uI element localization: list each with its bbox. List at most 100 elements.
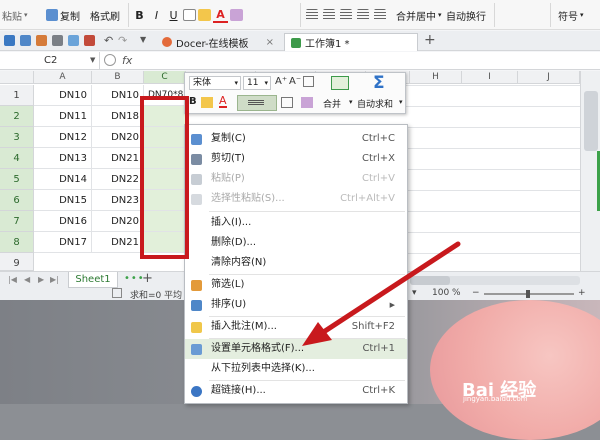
- cell-b2[interactable]: DN18: [92, 106, 144, 127]
- print-icon[interactable]: [52, 35, 63, 46]
- wrap-text-button[interactable]: 自动换行: [446, 7, 486, 23]
- menu-item-paste[interactable]: 粘贴(P) Ctrl+V: [185, 169, 407, 189]
- cell-b8[interactable]: DN21: [92, 232, 144, 253]
- row-header[interactable]: 7: [0, 211, 34, 232]
- underline-button[interactable]: U: [166, 8, 181, 23]
- tab-docer[interactable]: Docer-在线模板 ×: [156, 33, 280, 51]
- align-left-icon[interactable]: [340, 9, 352, 21]
- row-header[interactable]: 4: [0, 148, 34, 169]
- cell-a5[interactable]: DN14: [34, 169, 92, 190]
- row-header[interactable]: 1: [0, 85, 34, 106]
- font-size-select[interactable]: 11 ▾: [243, 76, 271, 90]
- copy-button[interactable]: 复制: [46, 7, 80, 23]
- sheet-view-icon[interactable]: [112, 288, 122, 298]
- row-header[interactable]: 9: [0, 253, 34, 271]
- formula-input[interactable]: [140, 52, 600, 69]
- cell-a4[interactable]: DN13: [34, 148, 92, 169]
- menu-item-cut[interactable]: 剪切(T) Ctrl+X: [185, 149, 407, 169]
- menu-item-filter[interactable]: 筛选(L): [185, 275, 407, 295]
- font-shrink-button[interactable]: A⁻: [289, 76, 301, 87]
- zoom-lens-icon[interactable]: [104, 54, 116, 66]
- chevron-down-icon[interactable]: ▾: [349, 98, 353, 106]
- last-sheet-icon[interactable]: ▶|: [50, 275, 59, 284]
- font-name-select[interactable]: 宋体 ▾: [189, 76, 241, 90]
- column-header-j[interactable]: J: [518, 71, 580, 84]
- scroll-thumb[interactable]: [584, 91, 598, 151]
- cell-b5[interactable]: DN22: [92, 169, 144, 190]
- column-header-a[interactable]: A: [34, 71, 92, 84]
- menu-item-copy[interactable]: 复制(C) Ctrl+C: [185, 129, 407, 149]
- font-color-button[interactable]: A: [213, 8, 228, 23]
- redo-icon[interactable]: ↷: [118, 34, 127, 47]
- border-icon[interactable]: [281, 97, 293, 108]
- menu-item-insert[interactable]: 插入(I)...: [185, 213, 407, 233]
- save-icon[interactable]: [20, 35, 31, 46]
- vertical-scrollbar[interactable]: [580, 71, 600, 271]
- row-header[interactable]: 3: [0, 127, 34, 148]
- fill-color-icon[interactable]: [198, 9, 211, 21]
- zoom-level[interactable]: 100 %: [432, 288, 461, 298]
- bold-button[interactable]: B: [132, 8, 147, 23]
- undo-icon[interactable]: ↶: [104, 34, 113, 47]
- zoom-slider-handle[interactable]: [526, 290, 530, 298]
- menu-item-delete[interactable]: 删除(D)...: [185, 233, 407, 253]
- font-grow-button[interactable]: A⁺: [275, 76, 287, 87]
- menu-item-insert-comment[interactable]: 插入批注(M)... Shift+F2: [185, 317, 407, 337]
- row-header[interactable]: 5: [0, 169, 34, 190]
- row-header[interactable]: 8: [0, 232, 34, 253]
- align-middle-icon[interactable]: [323, 9, 335, 21]
- add-sheet-button[interactable]: +: [142, 271, 153, 286]
- zoom-out-button[interactable]: −: [472, 288, 480, 298]
- menu-item-format-cells[interactable]: 设置单元格格式(F)... Ctrl+1: [185, 339, 407, 359]
- paste-button[interactable]: 粘贴 ▾: [2, 7, 28, 23]
- next-sheet-icon[interactable]: ▶: [38, 275, 44, 284]
- tab-workbook[interactable]: 工作簿1 *: [284, 33, 418, 51]
- column-header-h[interactable]: H: [410, 71, 462, 84]
- first-sheet-icon[interactable]: |◀: [8, 275, 17, 284]
- cell-a8[interactable]: DN17: [34, 232, 92, 253]
- print-preview-icon[interactable]: [68, 35, 79, 46]
- scroll-thumb[interactable]: [410, 276, 450, 285]
- zoom-in-button[interactable]: +: [578, 288, 586, 298]
- chevron-down-icon[interactable]: ▼: [140, 35, 146, 44]
- format-painter-button[interactable]: 格式刷: [90, 7, 120, 23]
- align-right-icon[interactable]: [374, 9, 386, 21]
- menu-item-sort[interactable]: 排序(U) ▶: [185, 295, 407, 315]
- column-header-i[interactable]: I: [462, 71, 518, 84]
- cell-a1[interactable]: DN10: [34, 85, 92, 106]
- row-header[interactable]: 6: [0, 190, 34, 211]
- border-icon[interactable]: [183, 9, 196, 21]
- bold-button[interactable]: B: [189, 96, 197, 107]
- select-all-corner[interactable]: [0, 71, 34, 84]
- chevron-down-icon[interactable]: ▼: [90, 56, 95, 64]
- row-header[interactable]: 2: [0, 106, 34, 127]
- merge-center-button[interactable]: 合并居中 ▾: [396, 7, 442, 23]
- chevron-down-icon[interactable]: ▾: [399, 98, 403, 106]
- column-header-b[interactable]: B: [92, 71, 144, 84]
- cell-b7[interactable]: DN20: [92, 211, 144, 232]
- column-header-c[interactable]: C: [144, 71, 186, 84]
- prev-sheet-icon[interactable]: ◀: [24, 275, 30, 284]
- cell-b4[interactable]: DN21: [92, 148, 144, 169]
- app-menu-icon[interactable]: [4, 35, 15, 46]
- menu-item-clear-contents[interactable]: 清除内容(N): [185, 253, 407, 273]
- autosum-button[interactable]: 自动求和: [357, 97, 393, 110]
- add-tab-button[interactable]: +: [424, 32, 436, 48]
- fill-color-icon[interactable]: [201, 97, 213, 108]
- cell-a7[interactable]: DN16: [34, 211, 92, 232]
- merge-button[interactable]: 合并: [323, 97, 341, 110]
- align-top-icon[interactable]: [306, 9, 318, 21]
- cell-b6[interactable]: DN23: [92, 190, 144, 211]
- horizontal-scrollbar[interactable]: [410, 276, 580, 285]
- cell-b3[interactable]: DN20: [92, 127, 144, 148]
- function-button[interactable]: fx: [122, 54, 132, 67]
- italic-button[interactable]: I: [149, 8, 164, 23]
- clear-format-icon[interactable]: [230, 9, 243, 21]
- name-box[interactable]: C2: [0, 52, 100, 69]
- cell-a2[interactable]: DN11: [34, 106, 92, 127]
- align-center-icon[interactable]: [357, 9, 369, 21]
- zoom-dropdown-icon[interactable]: ▾: [412, 288, 417, 298]
- sheet-tab-sheet1[interactable]: Sheet1: [68, 272, 118, 288]
- cell-b1[interactable]: DN10: [92, 85, 144, 106]
- menu-item-hyperlink[interactable]: 超链接(H)... Ctrl+K: [185, 381, 407, 401]
